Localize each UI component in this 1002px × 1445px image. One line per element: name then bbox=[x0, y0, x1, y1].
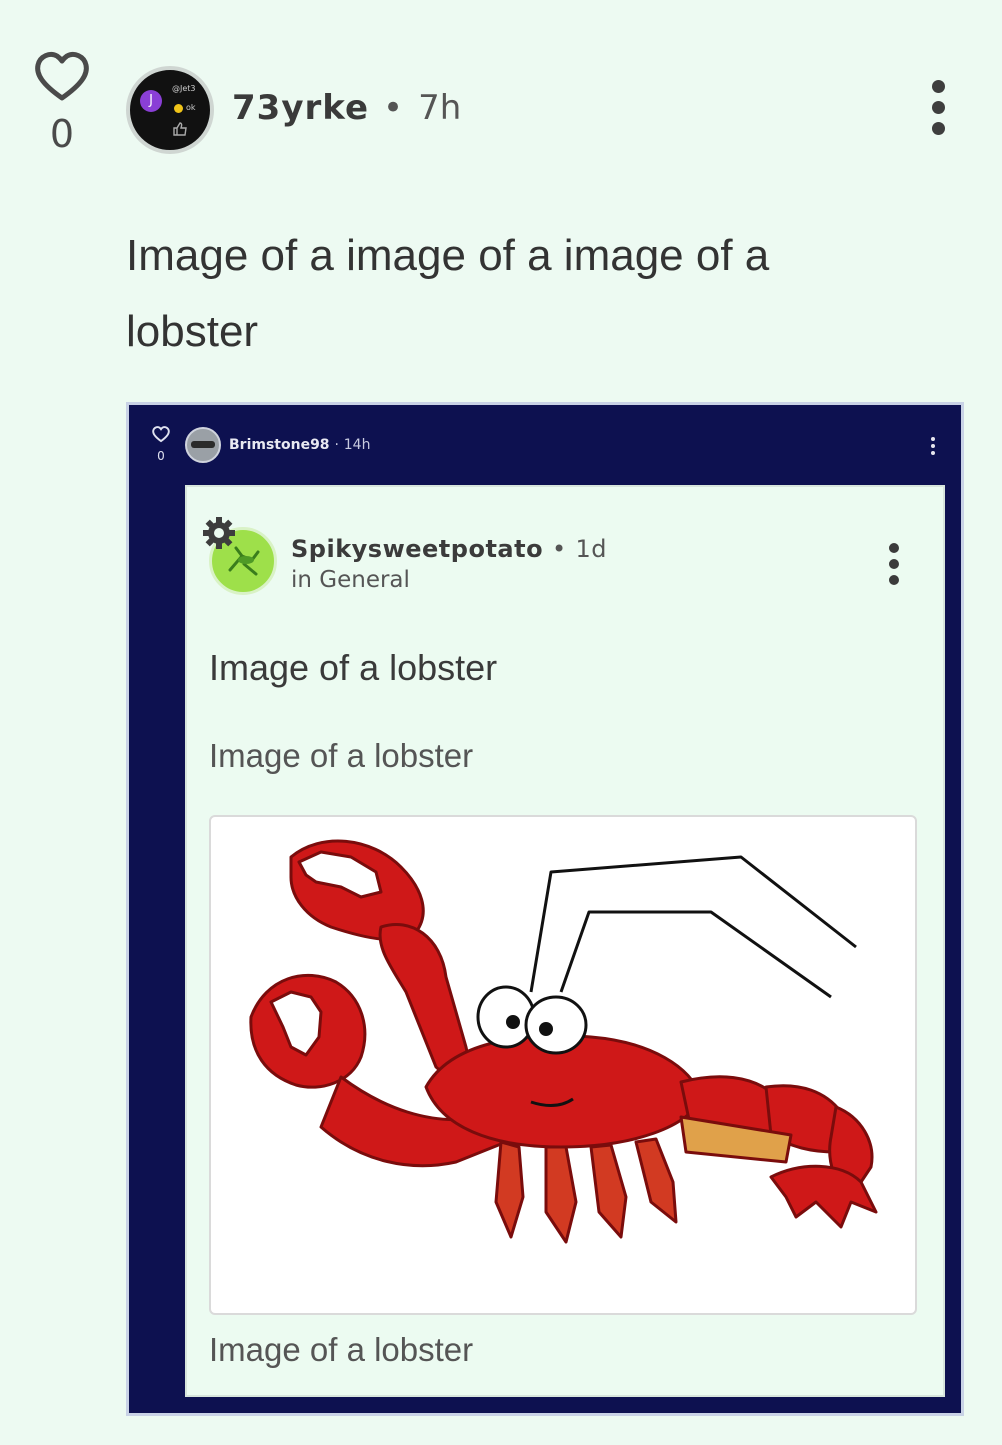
like-count: 0 bbox=[49, 112, 75, 156]
nested-category: in General bbox=[291, 567, 410, 593]
more-options-button[interactable] bbox=[922, 80, 954, 140]
post-time: 7h bbox=[418, 88, 462, 128]
post-image[interactable]: 0 Brimstone98 · 14h Spikysweetpotato • 1 bbox=[126, 402, 964, 1416]
lobster-illustration bbox=[249, 839, 878, 1244]
avatar-badge-handle: @Jet3 bbox=[172, 84, 196, 93]
thumbs-up-icon bbox=[173, 122, 187, 136]
avatar-badge-dot bbox=[174, 104, 183, 113]
avatar-badge-letter: J bbox=[140, 90, 162, 112]
embed-username: Brimstone98 bbox=[229, 437, 330, 453]
separator: • bbox=[383, 88, 405, 128]
nested-title: Image of a lobster bbox=[209, 647, 498, 688]
embed-author: Brimstone98 · 14h bbox=[229, 437, 370, 453]
avatar[interactable]: J @Jet3 ok bbox=[126, 66, 214, 154]
embed-avatar bbox=[185, 427, 221, 463]
nested-body: Image of a lobster bbox=[209, 737, 474, 774]
kebab-menu-icon bbox=[922, 80, 954, 135]
embed-separator: · bbox=[334, 437, 339, 453]
nested-author: Spikysweetpotato • 1d bbox=[291, 535, 607, 563]
nested-separator: • bbox=[551, 535, 567, 563]
embed-like-button bbox=[151, 425, 171, 447]
nested-post: Spikysweetpotato • 1d in General Image o… bbox=[185, 485, 945, 1397]
nested-time: 1d bbox=[575, 535, 607, 563]
gear-icon bbox=[203, 517, 235, 549]
post-title: Image of a image of a image of a lobster bbox=[126, 231, 770, 356]
avatar-badge-ok: ok bbox=[186, 103, 196, 112]
heart-icon bbox=[152, 426, 170, 443]
post-author[interactable]: 73yrke • 7h bbox=[232, 88, 461, 128]
embed-like-count: 0 bbox=[157, 449, 165, 463]
like-button[interactable] bbox=[28, 48, 96, 108]
embed-kebab-menu-icon bbox=[929, 437, 937, 458]
nested-caption: Image of a lobster bbox=[209, 1331, 474, 1368]
username[interactable]: 73yrke bbox=[232, 88, 369, 128]
nested-kebab-menu-icon bbox=[887, 543, 901, 591]
lobster-image bbox=[209, 815, 917, 1315]
nested-username: Spikysweetpotato bbox=[291, 535, 544, 563]
heart-icon bbox=[35, 51, 89, 101]
embed-time: 14h bbox=[343, 437, 371, 453]
